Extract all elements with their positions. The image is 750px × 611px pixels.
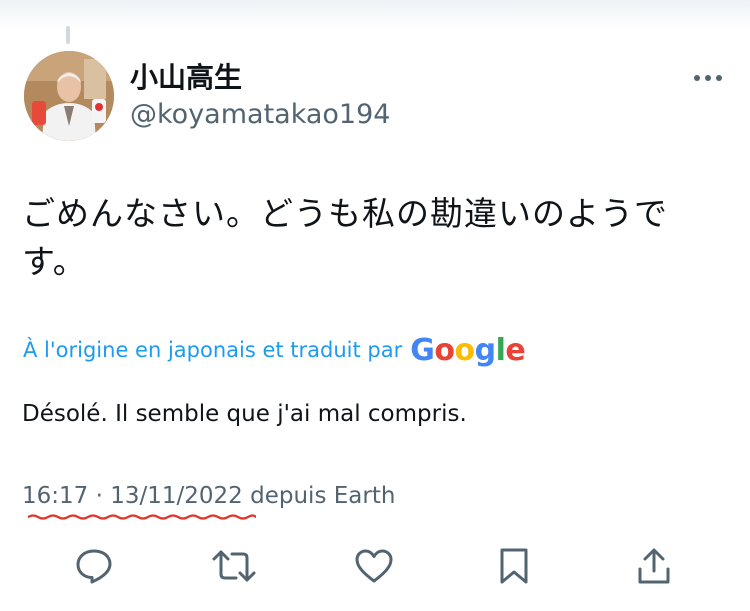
avatar[interactable] bbox=[24, 51, 114, 141]
retweet-button[interactable] bbox=[204, 536, 264, 596]
heart-icon bbox=[355, 549, 393, 583]
tweet-time[interactable]: 16:17 bbox=[22, 483, 88, 509]
reply-button[interactable] bbox=[64, 536, 124, 596]
translation-attribution[interactable]: À l'origine en japonais et traduit par G… bbox=[23, 330, 526, 370]
thread-connector-line bbox=[66, 26, 70, 44]
bookmark-icon bbox=[500, 548, 528, 584]
translation-note-text: À l'origine en japonais et traduit par bbox=[23, 338, 403, 362]
avatar-photo bbox=[24, 51, 114, 141]
bookmark-button[interactable] bbox=[484, 536, 544, 596]
google-logo: Google bbox=[410, 332, 526, 368]
retweet-icon bbox=[212, 550, 256, 582]
top-fade bbox=[0, 0, 750, 30]
timestamp[interactable]: 16:17 · 13/11/2022 depuis Earth bbox=[22, 478, 395, 514]
share-icon bbox=[638, 548, 670, 584]
more-horizontal-icon bbox=[694, 75, 722, 81]
like-button[interactable] bbox=[344, 536, 404, 596]
tweet-text-line-2: す。 bbox=[22, 242, 87, 281]
tweet-text-line-1: ごめんなさい。どうも私の勘違いのようで bbox=[22, 194, 668, 233]
share-button[interactable] bbox=[624, 536, 684, 596]
tweet-text: ごめんなさい。どうも私の勘違いのようで す。 bbox=[22, 190, 722, 286]
display-name[interactable]: 小山高生 bbox=[130, 60, 242, 96]
tweet-date[interactable]: 13/11/2022 bbox=[110, 483, 243, 509]
red-underline-annotation bbox=[28, 514, 256, 520]
user-handle[interactable]: @koyamatakao194 bbox=[130, 98, 390, 132]
timestamp-separator: · bbox=[95, 483, 103, 509]
reply-icon bbox=[76, 549, 112, 584]
action-bar bbox=[0, 536, 750, 596]
tweet-source: depuis Earth bbox=[250, 483, 396, 509]
more-options-button[interactable] bbox=[688, 66, 728, 90]
translated-text: Désolé. Il semble que j'ai mal compris. bbox=[22, 401, 467, 427]
